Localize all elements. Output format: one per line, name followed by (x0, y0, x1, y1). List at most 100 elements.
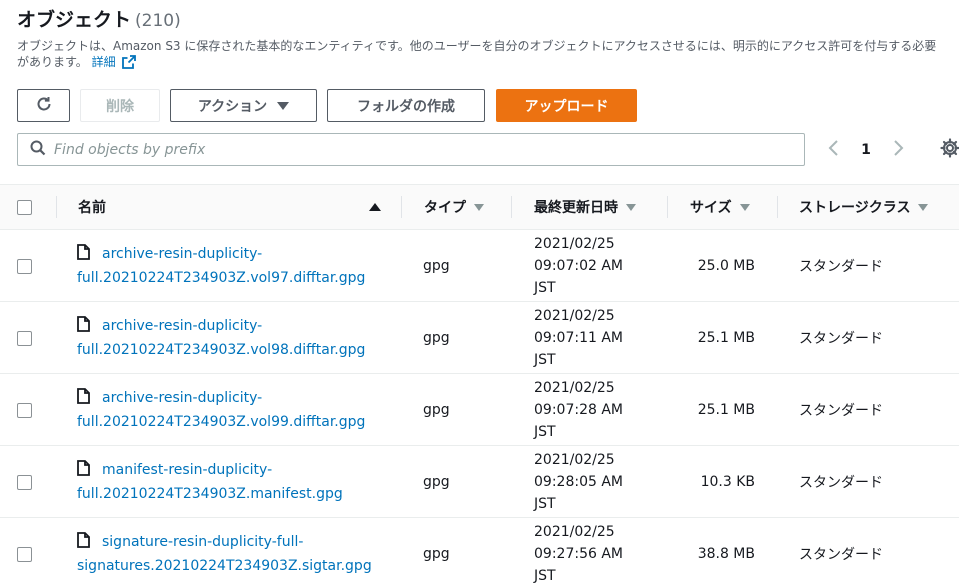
size-cell: 25.1 MB (697, 330, 755, 346)
size-cell: 25.0 MB (697, 258, 755, 274)
table-body: archive-resin-duplicity- full.20210224T2… (0, 230, 959, 587)
row-checkbox[interactable] (17, 402, 32, 418)
page-description: オブジェクトは、Amazon S3 に保存された基本的なエンティティです。他のユ… (17, 38, 947, 73)
gear-icon (940, 138, 959, 162)
column-header-size[interactable]: サイズ (690, 185, 750, 229)
storage-class-cell: スタンダード (799, 331, 883, 347)
file-icon (77, 460, 90, 483)
object-link[interactable]: signatures.20210224T234903Z.sigtar.gpg (77, 558, 372, 574)
table-row: archive-resin-duplicity- full.20210224T2… (0, 230, 959, 302)
settings-button[interactable] (938, 138, 959, 162)
page-prev-button[interactable] (824, 138, 844, 162)
page-title: オブジェクト (210) (17, 5, 181, 31)
sort-icon (626, 203, 636, 211)
page-number[interactable]: 1 (856, 138, 876, 162)
column-divider (511, 196, 512, 218)
row-select-cell (17, 518, 37, 587)
date-text: 2021/02/25 (534, 452, 615, 468)
name-cell: archive-resin-duplicity- full.20210224T2… (77, 230, 387, 302)
size-cell: 38.8 MB (697, 546, 755, 562)
refresh-icon (35, 95, 53, 117)
name-cell: signature-resin-duplicity-full- signatur… (77, 518, 387, 587)
timezone-text: JST (534, 280, 556, 296)
time-text: 09:28:05 AM (534, 474, 623, 490)
date-text: 2021/02/25 (534, 524, 615, 540)
last-modified-cell: 2021/02/25 09:07:28 AM JST (534, 374, 664, 446)
object-link[interactable]: archive-resin-duplicity- (102, 246, 262, 262)
file-icon (77, 388, 90, 411)
date-text: 2021/02/25 (534, 308, 615, 324)
size-cell: 25.1 MB (697, 402, 755, 418)
actions-dropdown[interactable]: アクション (170, 89, 317, 122)
time-text: 09:07:11 AM (534, 330, 623, 346)
timezone-text: JST (534, 424, 556, 440)
row-checkbox[interactable] (17, 546, 32, 562)
page-title-text: オブジェクト (17, 9, 132, 31)
column-size-label: サイズ (690, 200, 732, 216)
chevron-left-icon (828, 139, 840, 161)
object-link[interactable]: full.20210224T234903Z.vol98.difftar.gpg (77, 342, 365, 358)
storage-class-cell: スタンダード (799, 259, 883, 275)
name-cell: archive-resin-duplicity- full.20210224T2… (77, 374, 387, 446)
row-checkbox[interactable] (17, 258, 32, 274)
details-link[interactable]: 詳細 (92, 55, 116, 69)
page-next-button[interactable] (888, 138, 908, 162)
search-input[interactable] (54, 141, 754, 158)
object-link[interactable]: manifest-resin-duplicity- (102, 462, 272, 478)
row-checkbox[interactable] (17, 330, 32, 346)
type-cell: gpg (423, 474, 450, 490)
search-box (17, 133, 805, 166)
last-modified-cell: 2021/02/25 09:07:11 AM JST (534, 302, 664, 374)
object-count: (210) (135, 11, 181, 31)
create-folder-button[interactable]: フォルダの作成 (327, 89, 485, 122)
table-row: signature-resin-duplicity-full- signatur… (0, 518, 959, 587)
type-cell: gpg (423, 258, 450, 274)
column-last-modified-label: 最終更新日時 (534, 200, 618, 216)
last-modified-cell: 2021/02/25 09:28:05 AM JST (534, 446, 664, 518)
object-link[interactable]: full.20210224T234903Z.vol99.difftar.gpg (77, 414, 365, 430)
external-link-icon[interactable] (121, 55, 136, 73)
column-header-last-modified[interactable]: 最終更新日時 (534, 185, 636, 229)
date-text: 2021/02/25 (534, 236, 615, 252)
file-icon (77, 532, 90, 555)
type-cell: gpg (423, 330, 450, 346)
time-text: 09:07:28 AM (534, 402, 623, 418)
column-storage-class-label: ストレージクラス (799, 200, 911, 216)
row-select-cell (17, 446, 37, 518)
last-modified-cell: 2021/02/25 09:27:56 AM JST (534, 518, 664, 587)
row-checkbox[interactable] (17, 474, 32, 490)
object-link[interactable]: full.20210224T234903Z.vol97.difftar.gpg (77, 270, 365, 286)
description-text: オブジェクトは、Amazon S3 に保存された基本的なエンティティです。他のユ… (17, 39, 937, 69)
refresh-button[interactable] (17, 89, 70, 122)
time-text: 09:27:56 AM (534, 546, 623, 562)
object-link[interactable]: signature-resin-duplicity-full- (102, 534, 303, 550)
object-link[interactable]: archive-resin-duplicity- (102, 390, 262, 406)
sort-icon (918, 203, 929, 211)
storage-class-cell: スタンダード (799, 475, 883, 491)
actions-label: アクション (197, 98, 268, 115)
select-all-checkbox[interactable] (17, 199, 32, 215)
row-select-cell (17, 302, 37, 374)
upload-button[interactable]: アップロード (496, 89, 637, 122)
column-header-type[interactable]: タイプ (424, 185, 484, 229)
sort-icon (474, 203, 484, 211)
delete-button[interactable]: 削除 (80, 89, 160, 122)
column-header-storage-class[interactable]: ストレージクラス (799, 185, 929, 229)
sort-ascending-icon (369, 203, 381, 211)
search-icon (30, 140, 46, 160)
column-divider (56, 196, 57, 218)
column-name-label: 名前 (78, 200, 106, 216)
object-link[interactable]: full.20210224T234903Z.manifest.gpg (77, 486, 343, 502)
file-icon (77, 244, 90, 267)
row-select-cell (17, 230, 37, 302)
table-row: archive-resin-duplicity- full.20210224T2… (0, 374, 959, 446)
column-divider (777, 196, 778, 218)
object-link[interactable]: archive-resin-duplicity- (102, 318, 262, 334)
table-row: archive-resin-duplicity- full.20210224T2… (0, 302, 959, 374)
time-text: 09:07:02 AM (534, 258, 623, 274)
column-type-label: タイプ (424, 200, 466, 216)
type-cell: gpg (423, 402, 450, 418)
timezone-text: JST (534, 352, 556, 368)
chevron-right-icon (892, 139, 904, 161)
column-header-name[interactable]: 名前 (78, 185, 384, 229)
